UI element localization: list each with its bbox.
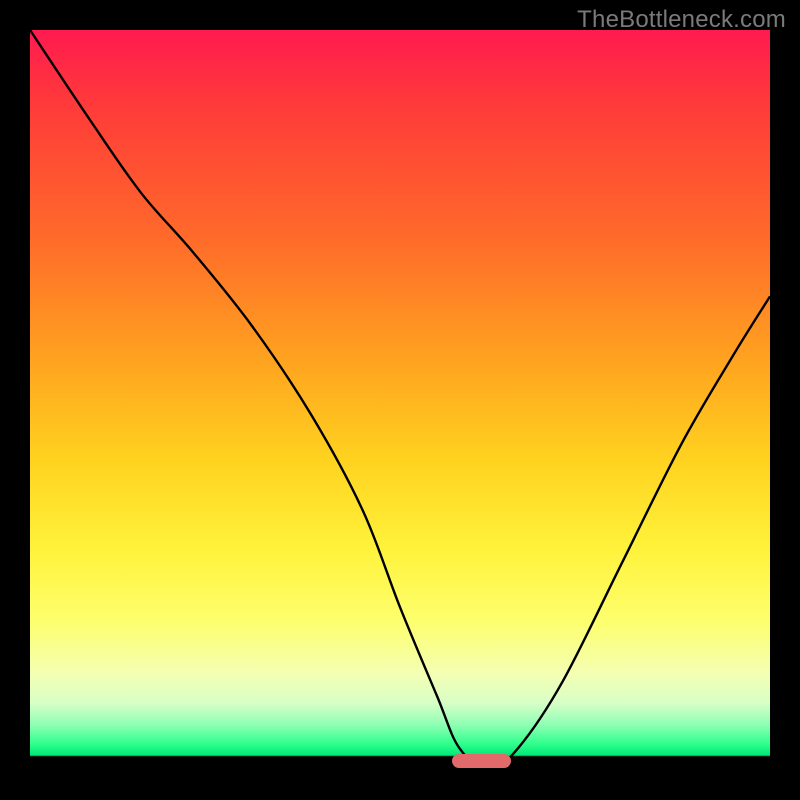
minimum-marker: [452, 754, 511, 768]
chart-frame: TheBottleneck.com: [0, 0, 800, 800]
plot-area: [30, 30, 770, 770]
watermark-text: TheBottleneck.com: [577, 6, 786, 34]
bottleneck-curve: [30, 30, 770, 770]
